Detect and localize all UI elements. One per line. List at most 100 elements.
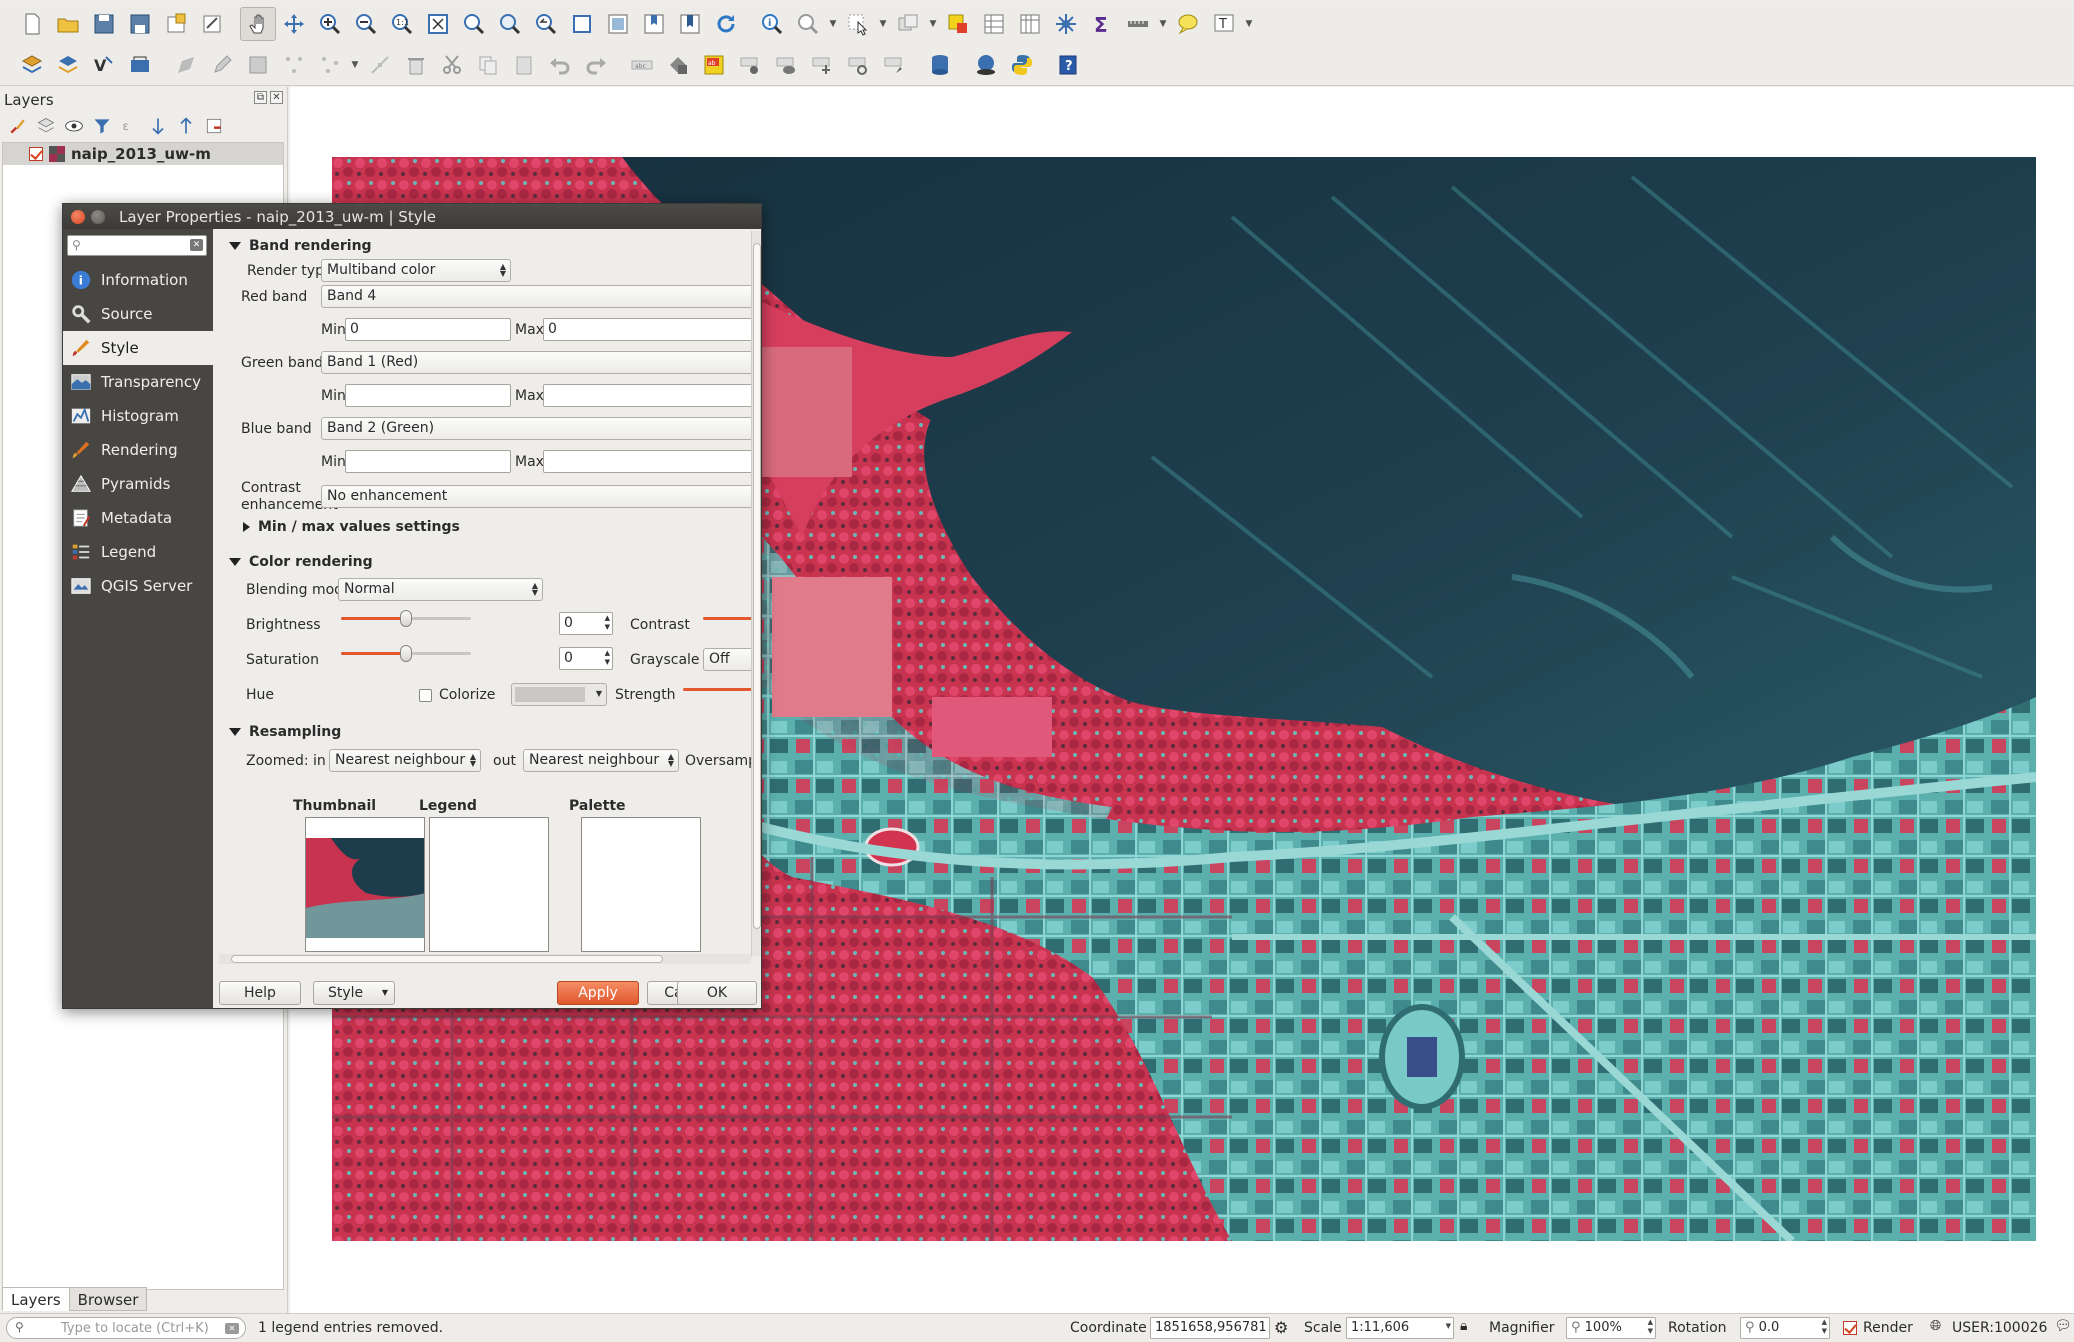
style-menu-button[interactable]: Style ▼: [313, 981, 395, 1005]
chevron-down-icon[interactable]: ▼: [348, 60, 362, 70]
blue-min-input[interactable]: [345, 450, 511, 473]
crs-globe-icon[interactable]: 🌐︎: [1930, 1318, 1941, 1334]
new-print-composer-icon[interactable]: [158, 7, 194, 41]
minimize-window-icon[interactable]: [91, 209, 105, 224]
zoom-to-layer-icon[interactable]: [492, 7, 528, 41]
messages-icon[interactable]: 💬︎: [2054, 1318, 2072, 1334]
chevron-down-icon[interactable]: ▼: [1242, 19, 1256, 29]
node-tool-icon[interactable]: [362, 48, 398, 82]
add-db-layer-icon[interactable]: [122, 48, 158, 82]
chevron-down-icon[interactable]: ▼: [1156, 19, 1170, 29]
paste-features-icon[interactable]: [506, 48, 542, 82]
sidebar-item-legend[interactable]: Legend: [63, 535, 213, 569]
clear-icon[interactable]: ✕: [190, 239, 203, 251]
layer-item[interactable]: naip_2013_uw-m: [3, 143, 283, 165]
close-panel-icon[interactable]: ✕: [270, 91, 283, 104]
save-project-icon[interactable]: [86, 7, 122, 41]
globe-plugin-icon[interactable]: [968, 48, 1004, 82]
slider-handle[interactable]: [400, 610, 412, 627]
zoom-last-icon[interactable]: [528, 7, 564, 41]
sidebar-item-qgis-server[interactable]: QGIS Server: [63, 569, 213, 603]
save-as-icon[interactable]: [122, 7, 158, 41]
locator-search-input[interactable]: ⚲ Type to locate (Ctrl+K) ✕: [6, 1317, 246, 1339]
crs-status[interactable]: USER:100026: [1952, 1320, 2047, 1336]
spin-arrows-icon[interactable]: ▲ ▼: [605, 614, 610, 632]
sidebar-item-information[interactable]: i Information: [63, 263, 213, 297]
move-feature-icon[interactable]: [312, 48, 348, 82]
layer-visibility-checkbox[interactable]: [29, 147, 43, 161]
expand-all-icon[interactable]: [146, 115, 170, 137]
measure-icon[interactable]: [1120, 7, 1156, 41]
chevron-down-icon[interactable]: ▼: [826, 19, 840, 29]
python-console-icon[interactable]: [1004, 48, 1040, 82]
vertical-scrollbar[interactable]: [751, 231, 761, 956]
lock-scale-icon[interactable]: 🔒︎: [1460, 1318, 1467, 1334]
chevron-down-icon[interactable]: ▼: [876, 19, 890, 29]
current-edits-icon[interactable]: [168, 48, 204, 82]
style-manager-icon[interactable]: [6, 115, 30, 137]
render-type-select[interactable]: Multiband color ▲ ▼: [321, 259, 511, 282]
colorize-checkbox[interactable]: [419, 689, 432, 702]
contrast-enhancement-select[interactable]: No enhancement: [321, 485, 753, 508]
refresh-icon[interactable]: [708, 7, 744, 41]
resampling-header[interactable]: Resampling: [229, 724, 341, 740]
rotation-spinbox[interactable]: ⚲ 0.0 ▲ ▼: [1740, 1317, 1830, 1339]
statistics-icon[interactable]: [1048, 7, 1084, 41]
coordinate-field[interactable]: 1851658,956781: [1150, 1317, 1270, 1339]
sidebar-item-metadata[interactable]: Metadata: [63, 501, 213, 535]
undo-icon[interactable]: [542, 48, 578, 82]
zoom-native-icon[interactable]: 1:1: [384, 7, 420, 41]
float-panel-icon[interactable]: ⧉: [254, 91, 267, 104]
saturation-slider[interactable]: [341, 645, 471, 663]
highlight-pinned-icon[interactable]: ab: [696, 48, 732, 82]
composer-manager-icon[interactable]: [194, 7, 230, 41]
sidebar-item-source[interactable]: Source: [63, 297, 213, 331]
sidebar-item-style[interactable]: Style: [63, 331, 213, 365]
scrollbar-thumb[interactable]: [753, 243, 761, 929]
close-window-icon[interactable]: [71, 209, 85, 224]
scale-select[interactable]: 1:11,606 ▼: [1346, 1317, 1454, 1339]
copy-features-icon[interactable]: [470, 48, 506, 82]
brightness-slider[interactable]: [341, 610, 471, 628]
magnifier-spinbox[interactable]: ⚲ 100% ▲ ▼: [1566, 1317, 1656, 1339]
redo-icon[interactable]: [578, 48, 614, 82]
rotate-label-icon[interactable]: [840, 48, 876, 82]
delete-selected-icon[interactable]: [398, 48, 434, 82]
brightness-spinbox[interactable]: 0 ▲ ▼: [559, 612, 613, 635]
spin-arrows-icon[interactable]: ▲ ▼: [605, 649, 610, 667]
help-button[interactable]: Help: [219, 981, 301, 1005]
pan-hand-icon[interactable]: [240, 7, 276, 41]
filter-legend-icon[interactable]: [90, 115, 114, 137]
save-edits-icon[interactable]: [240, 48, 276, 82]
sidebar-search-input[interactable]: ⚲ ✕: [67, 235, 207, 256]
add-raster-icon[interactable]: [50, 48, 86, 82]
attribute-table-icon[interactable]: [976, 7, 1012, 41]
identify-icon[interactable]: i: [754, 7, 790, 41]
collapse-all-icon[interactable]: [174, 115, 198, 137]
pan-to-selection-icon[interactable]: [276, 7, 312, 41]
horizontal-scrollbar[interactable]: [219, 954, 751, 964]
color-rendering-header[interactable]: Color rendering: [229, 554, 373, 570]
layer-labeling-icon[interactable]: [660, 48, 696, 82]
new-bookmark-icon[interactable]: [636, 7, 672, 41]
deselect-icon[interactable]: [890, 7, 926, 41]
saturation-spinbox[interactable]: 0 ▲ ▼: [559, 647, 613, 670]
remove-layer-icon[interactable]: [202, 115, 226, 137]
ok-button[interactable]: OK: [677, 981, 757, 1005]
zoom-to-selection-icon[interactable]: [456, 7, 492, 41]
minmax-settings-header[interactable]: Min / max values settings: [243, 519, 460, 535]
scrollbar-thumb[interactable]: [231, 955, 663, 963]
new-project-icon[interactable]: [14, 7, 50, 41]
field-calculator-icon[interactable]: [1012, 7, 1048, 41]
change-label-icon[interactable]: [876, 48, 912, 82]
extents-toggle-icon[interactable]: ⚙: [1274, 1318, 1288, 1337]
green-min-input[interactable]: [345, 384, 511, 407]
sidebar-item-histogram[interactable]: Histogram: [63, 399, 213, 433]
label-toolbar-icon[interactable]: abc: [624, 48, 660, 82]
red-band-select[interactable]: Band 4: [321, 285, 753, 308]
show-hide-labels-icon[interactable]: [768, 48, 804, 82]
select-features-icon[interactable]: [840, 7, 876, 41]
add-group-icon[interactable]: [34, 115, 58, 137]
green-max-input[interactable]: [543, 384, 753, 407]
blue-max-input[interactable]: [543, 450, 753, 473]
